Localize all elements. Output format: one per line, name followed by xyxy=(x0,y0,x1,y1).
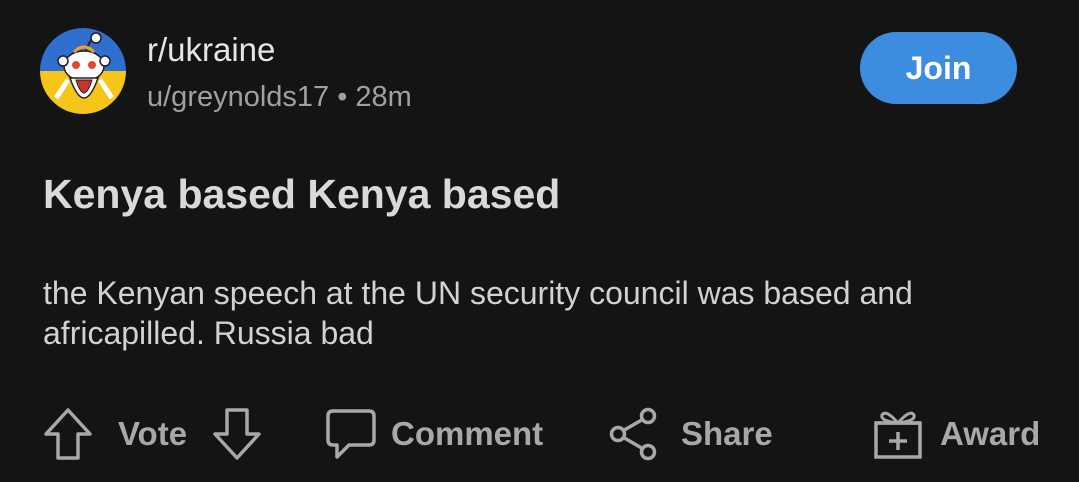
upvote-icon[interactable] xyxy=(42,407,94,461)
downvote-icon[interactable] xyxy=(211,407,263,461)
award-button[interactable]: Award xyxy=(872,404,1040,464)
gift-icon xyxy=(872,407,924,461)
comment-button[interactable]: Comment xyxy=(325,404,543,464)
author-username[interactable]: u/greynolds17 xyxy=(147,81,329,113)
join-button[interactable]: Join xyxy=(860,32,1017,104)
share-button[interactable]: Share xyxy=(609,404,773,464)
post-time: 28m xyxy=(355,81,412,113)
share-icon xyxy=(609,407,659,461)
award-label: Award xyxy=(940,415,1041,452)
post-title[interactable]: Kenya based Kenya based xyxy=(43,170,560,218)
vote-label: Vote xyxy=(118,415,188,452)
post-body: the Kenyan speech at the UN security cou… xyxy=(43,275,913,351)
post-meta: u/greynolds17 • 28m xyxy=(147,79,412,115)
meta-separator: • xyxy=(337,81,348,113)
ukraine-snoo-avatar-icon xyxy=(40,28,126,114)
comment-label: Comment xyxy=(391,415,544,452)
comment-icon xyxy=(325,407,377,461)
subreddit-avatar[interactable] xyxy=(40,28,126,114)
share-label: Share xyxy=(681,415,773,452)
vote-bar: Vote xyxy=(42,404,263,464)
subreddit-name[interactable]: r/ukraine xyxy=(147,30,275,70)
